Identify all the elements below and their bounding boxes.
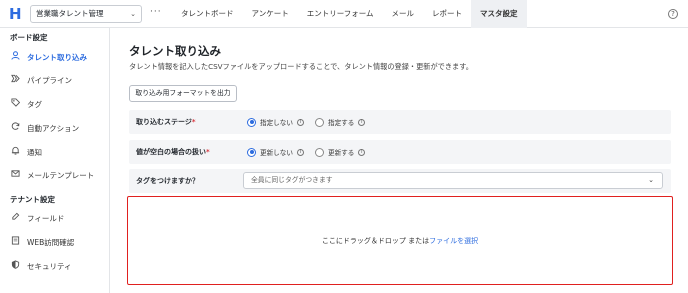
select-file-link[interactable]: ファイルを選択: [429, 236, 478, 246]
sidebar-item-talent-import[interactable]: タレント取り込み: [0, 48, 109, 68]
sidebar-item-field[interactable]: フィールド: [0, 209, 109, 229]
tag-label: タグをつけますか？: [136, 177, 199, 185]
sidebar-section-tenant: テナント設定: [10, 195, 55, 204]
info-icon[interactable]: i: [358, 118, 366, 126]
document-icon: [10, 233, 20, 253]
mail-icon: [10, 166, 20, 186]
workspace-label: 営業職タレント管理: [36, 9, 104, 18]
sidebar-item-tag[interactable]: タグ: [0, 95, 109, 115]
info-icon[interactable]: i: [358, 148, 366, 156]
radio-label: 指定する: [328, 119, 355, 127]
required-mark: *: [206, 148, 210, 156]
tag-select-placeholder: 全員に同じタグがつきます: [251, 176, 333, 184]
main-content: タレント取り込み タレント情報を記入したCSVファイルをアップロードすることで、…: [111, 28, 688, 293]
radio-label: 更新しない: [260, 149, 293, 157]
page-title: タレント取り込み: [129, 44, 221, 58]
dropzone-instruction: ここにドラッグ＆ドロップ または: [321, 236, 430, 245]
file-dropzone[interactable]: ここにドラッグ＆ドロップ または ファイルを選択: [127, 196, 673, 285]
main-nav: タレントボード アンケート エントリーフォーム メール レポート マスタ設定: [172, 0, 527, 28]
info-icon[interactable]: i: [296, 118, 304, 126]
sidebar-item-label: セキュリティ: [27, 262, 72, 271]
sidebar-item-web-visit[interactable]: WEB訪問確認: [0, 233, 109, 253]
refresh-icon: [10, 119, 20, 139]
sidebar-item-label: フィールド: [27, 214, 65, 223]
page-description: タレント情報を記入したCSVファイルをアップロードすることで、タレント情報の登録…: [129, 62, 473, 71]
stage-radio-unspecified[interactable]: 指定しない i: [247, 116, 304, 128]
bell-icon: [10, 143, 20, 163]
workspace-select[interactable]: 営業職タレント管理 ⌄: [30, 5, 142, 23]
radio-unselected-icon: [315, 147, 324, 157]
stage-row: 取り込むステージ* 指定しない i 指定する i: [129, 110, 671, 134]
nav-survey[interactable]: アンケート: [243, 0, 298, 28]
sidebar: ボード設定 タレント取り込み パイプライン タグ 自動アクション 通知 メールテ…: [0, 28, 110, 293]
empty-value-label-text: 値が空白の場合の扱い: [136, 148, 206, 156]
tag-row: タグをつけますか？ 全員に同じタグがつきます ⌄: [129, 169, 671, 193]
required-mark: *: [191, 118, 196, 126]
sidebar-item-label: タグ: [27, 100, 42, 109]
sidebar-item-label: 通知: [27, 148, 42, 157]
stage-radio-specified[interactable]: 指定する i: [315, 116, 366, 128]
sidebar-section-board: ボード設定: [10, 33, 48, 42]
radio-label: 更新する: [328, 149, 355, 157]
sidebar-item-label: タレント取り込み: [27, 53, 87, 62]
empty-radio-update[interactable]: 更新する i: [315, 146, 366, 158]
radio-selected-icon: [247, 147, 256, 157]
sidebar-item-security[interactable]: セキュリティ: [0, 257, 109, 277]
nav-master-settings[interactable]: マスタ設定: [471, 0, 527, 28]
sidebar-item-mail-template[interactable]: メールテンプレート: [0, 166, 109, 186]
help-icon[interactable]: ?: [668, 9, 678, 19]
dropzone-text: ここにドラッグ＆ドロップ または ファイルを選択: [128, 197, 672, 284]
stage-label: 取り込むステージ*: [136, 110, 196, 134]
app-logo[interactable]: H: [9, 5, 22, 23]
sidebar-item-label: メールテンプレート: [27, 171, 95, 180]
pipeline-icon: [10, 71, 20, 91]
more-icon[interactable]: ···: [150, 7, 162, 17]
export-format-button[interactable]: 取り込み用フォーマットを出力: [129, 85, 237, 102]
nav-report[interactable]: レポート: [423, 0, 471, 28]
sidebar-item-auto-action[interactable]: 自動アクション: [0, 119, 109, 139]
field-icon: [10, 209, 20, 229]
radio-label: 指定しない: [260, 119, 293, 127]
empty-value-label: 値が空白の場合の扱い*: [136, 140, 210, 164]
sidebar-item-label: パイプライン: [27, 76, 72, 85]
tag-icon: [10, 95, 20, 115]
sidebar-item-notification[interactable]: 通知: [0, 143, 109, 163]
chevron-down-icon: ⌄: [648, 176, 654, 184]
tag-select[interactable]: 全員に同じタグがつきます ⌄: [243, 172, 663, 189]
chevron-down-icon: ⌄: [130, 10, 136, 18]
top-bar: H 営業職タレント管理 ⌄ ··· タレントボード アンケート エントリーフォー…: [0, 0, 688, 28]
nav-entry-form[interactable]: エントリーフォーム: [298, 0, 383, 28]
radio-unselected-icon: [315, 117, 324, 127]
stage-label-text: 取り込むステージ: [136, 118, 192, 126]
nav-talent-board[interactable]: タレントボード: [172, 0, 243, 28]
sidebar-item-label: WEB訪問確認: [27, 238, 75, 247]
sidebar-item-pipeline[interactable]: パイプライン: [0, 71, 109, 91]
info-icon[interactable]: i: [296, 148, 304, 156]
nav-mail[interactable]: メール: [383, 0, 424, 28]
empty-radio-no-update[interactable]: 更新しない i: [247, 146, 304, 158]
shield-icon: [10, 257, 20, 277]
person-icon: [10, 48, 20, 68]
empty-value-row: 値が空白の場合の扱い* 更新しない i 更新する i: [129, 140, 671, 164]
sidebar-item-label: 自動アクション: [27, 124, 80, 133]
radio-selected-icon: [247, 117, 256, 127]
